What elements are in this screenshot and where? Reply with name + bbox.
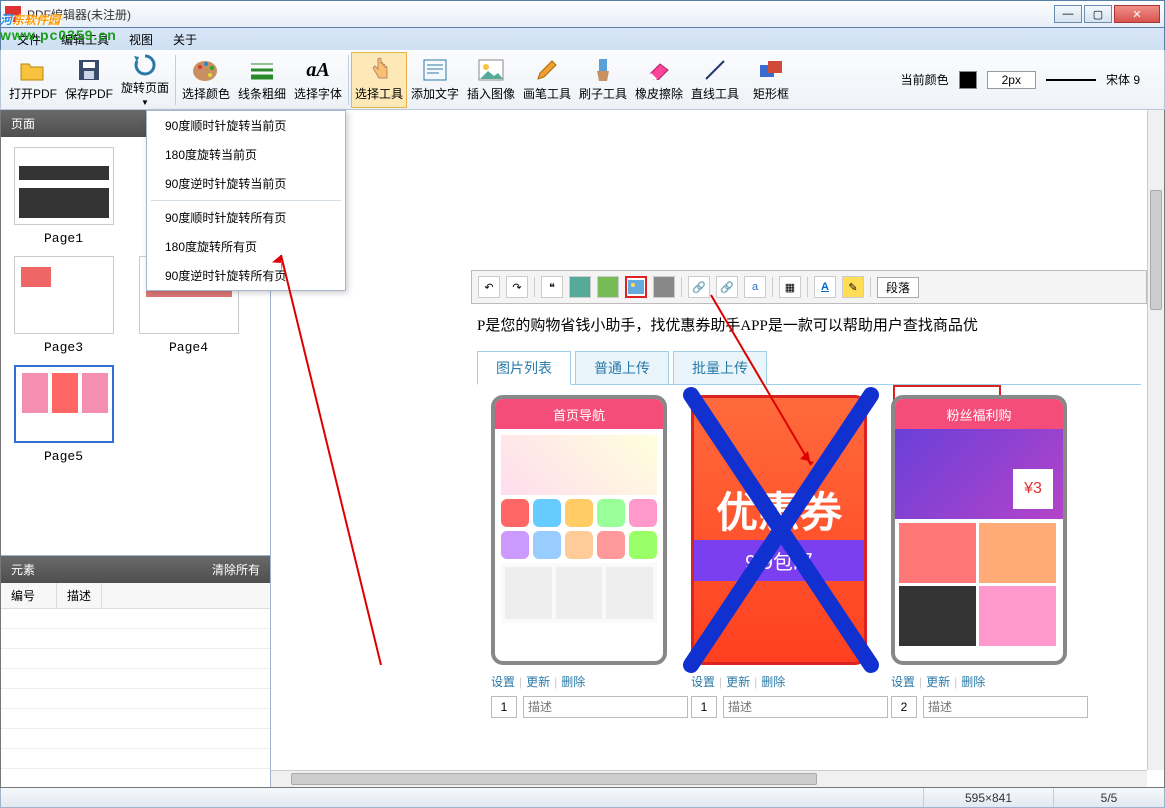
rte-font-color-icon[interactable]: A	[814, 276, 836, 298]
close-button[interactable]: ✕	[1114, 5, 1160, 23]
rotate-page-button[interactable]: 旋转页面▼	[117, 52, 173, 108]
menu-file[interactable]: 文件	[7, 28, 51, 51]
current-color-label: 当前颜色	[901, 71, 949, 88]
add-text-button[interactable]: 添加文字	[407, 52, 463, 108]
rotate-ccw90-current[interactable]: 90度逆时针旋转当前页	[147, 169, 345, 198]
elements-title: 元素	[11, 561, 35, 578]
image-card-2: 错误示例 优惠券 9.9包邮 设置|更新|删除	[691, 395, 871, 718]
card-upd[interactable]: 更新	[526, 673, 550, 690]
phone-mockup-3: 粉丝福利购 ¥3	[891, 395, 1067, 665]
maximize-button[interactable]: ▢	[1084, 5, 1112, 23]
rte-toolbar: ↶ ↷ ❝ 🔗 🔗 a ▦ A ✎ 段落	[471, 270, 1147, 304]
save-pdf-button[interactable]: 保存PDF	[61, 52, 117, 108]
status-page: 5/5	[1054, 788, 1164, 807]
page-thumb-5[interactable]: Page5	[11, 365, 116, 464]
menu-edit-tools[interactable]: 编辑工具	[51, 28, 119, 51]
menu-view[interactable]: 视图	[119, 28, 163, 51]
line-tool-button[interactable]: 直线工具	[687, 52, 743, 108]
rte-pic2-icon[interactable]	[597, 276, 619, 298]
open-pdf-button[interactable]: 打开PDF	[5, 52, 61, 108]
rte-undo-icon[interactable]: ↶	[478, 276, 500, 298]
image-card-3: 粉丝福利购 ¥3 设置|更新|删除	[891, 395, 1071, 718]
elements-panel: 元素 清除所有 编号描述	[1, 555, 270, 787]
rte-link-icon[interactable]: 🔗	[688, 276, 710, 298]
rte-pic1-icon[interactable]	[569, 276, 591, 298]
vertical-scrollbar[interactable]	[1147, 110, 1164, 770]
card-desc-input[interactable]	[523, 696, 688, 718]
lines-icon	[248, 57, 276, 83]
image-icon	[477, 57, 505, 83]
palette-icon	[192, 57, 220, 83]
status-dimensions: 595×841	[924, 788, 1054, 807]
pencil-icon	[533, 57, 561, 83]
insert-image-button[interactable]: 插入图像	[463, 52, 519, 108]
rte-insert-image-icon[interactable]	[625, 276, 647, 298]
elements-rows	[1, 609, 270, 787]
pick-color-button[interactable]: 选择颜色	[178, 52, 234, 108]
line-px-value[interactable]: 2px	[987, 71, 1036, 89]
rotate-cw90-current[interactable]: 90度顺时针旋转当前页	[147, 111, 345, 140]
window-title: PDF编辑器(未注册)	[27, 6, 1052, 23]
app-icon	[5, 6, 21, 22]
card-del[interactable]: 删除	[561, 673, 585, 690]
brush-icon	[589, 57, 617, 83]
upload-tabs: 图片列表 普通上传 批量上传	[477, 351, 1141, 385]
rotate-icon	[131, 53, 159, 77]
eraser-icon	[645, 57, 673, 83]
window-titlebar: PDF编辑器(未注册) — ▢ ✕	[0, 0, 1165, 28]
rotate-180-current[interactable]: 180度旋转当前页	[147, 140, 345, 169]
page-thumb-3[interactable]: Page3	[11, 256, 116, 355]
menu-about[interactable]: 关于	[163, 28, 207, 51]
rectangles-icon	[757, 57, 785, 83]
rte-anchor-icon[interactable]: a	[744, 276, 766, 298]
document-canvas[interactable]: ↶ ↷ ❝ 🔗 🔗 a ▦ A ✎ 段落 P是您的购物省钱小助手	[271, 110, 1164, 787]
phone-mockup-2: 优惠券 9.9包邮	[691, 395, 867, 665]
rte-bg-color-icon[interactable]: ✎	[842, 276, 864, 298]
pick-font-button[interactable]: aA选择字体	[290, 52, 346, 108]
image-card-1: 首页导航 设置|更新|删除	[491, 395, 671, 718]
text-lines-icon	[421, 57, 449, 83]
dropdown-arrow-icon: ▼	[141, 98, 149, 107]
main-toolbar: 打开PDF 保存PDF 旋转页面▼ 选择颜色 线条粗细 aA选择字体 选择工具 …	[0, 50, 1165, 110]
rotate-cw90-all[interactable]: 90度顺时针旋转所有页	[147, 203, 345, 232]
tab-batch-upload[interactable]: 批量上传	[673, 351, 767, 384]
rotate-180-all[interactable]: 180度旋转所有页	[147, 232, 345, 261]
phone-mockup-1: 首页导航	[491, 395, 667, 665]
horizontal-scrollbar[interactable]	[271, 770, 1147, 787]
rect-tool-button[interactable]: 矩形框	[743, 52, 799, 108]
font-label[interactable]: 宋体 9	[1106, 71, 1140, 88]
floppy-icon	[75, 57, 103, 83]
statusbar: 595×841 5/5	[0, 788, 1165, 808]
rte-table-icon[interactable]: ▦	[779, 276, 801, 298]
rte-quote-icon[interactable]: ❝	[541, 276, 563, 298]
clear-all-button[interactable]: 清除所有	[212, 561, 260, 578]
current-color-swatch[interactable]	[959, 71, 977, 89]
line-sample	[1046, 79, 1096, 81]
rotate-ccw90-all[interactable]: 90度逆时针旋转所有页	[147, 261, 345, 290]
rotate-dropdown-menu: 90度顺时针旋转当前页 180度旋转当前页 90度逆时针旋转当前页 90度顺时针…	[146, 110, 346, 291]
pen-tool-button[interactable]: 画笔工具	[519, 52, 575, 108]
line-weight-button[interactable]: 线条粗细	[234, 52, 290, 108]
card-index-input[interactable]	[491, 696, 517, 718]
folder-open-icon	[19, 57, 47, 83]
hand-point-icon	[365, 57, 393, 83]
rte-film-icon[interactable]	[653, 276, 675, 298]
line-icon	[701, 57, 729, 83]
rte-unlink-icon[interactable]: 🔗	[716, 276, 738, 298]
font-icon: aA	[304, 57, 332, 83]
brush-tool-button[interactable]: 刷子工具	[575, 52, 631, 108]
elements-columns: 编号描述	[1, 583, 270, 609]
card-set[interactable]: 设置	[491, 673, 515, 690]
doc-body-text: P是您的购物省钱小助手，找优惠券助手APP是一款可以帮助用户查找商品优	[471, 304, 1147, 345]
rte-redo-icon[interactable]: ↷	[506, 276, 528, 298]
eraser-button[interactable]: 橡皮擦除	[631, 52, 687, 108]
rte-paragraph-select[interactable]: 段落	[877, 277, 919, 298]
select-tool-button[interactable]: 选择工具	[351, 52, 407, 108]
minimize-button[interactable]: —	[1054, 5, 1082, 23]
menubar: 文件 编辑工具 视图 关于	[0, 28, 1165, 50]
page-thumb-1[interactable]: Page1	[11, 147, 116, 246]
status-blank	[684, 788, 924, 807]
tab-image-list[interactable]: 图片列表	[477, 351, 571, 385]
tab-normal-upload[interactable]: 普通上传	[575, 351, 669, 384]
